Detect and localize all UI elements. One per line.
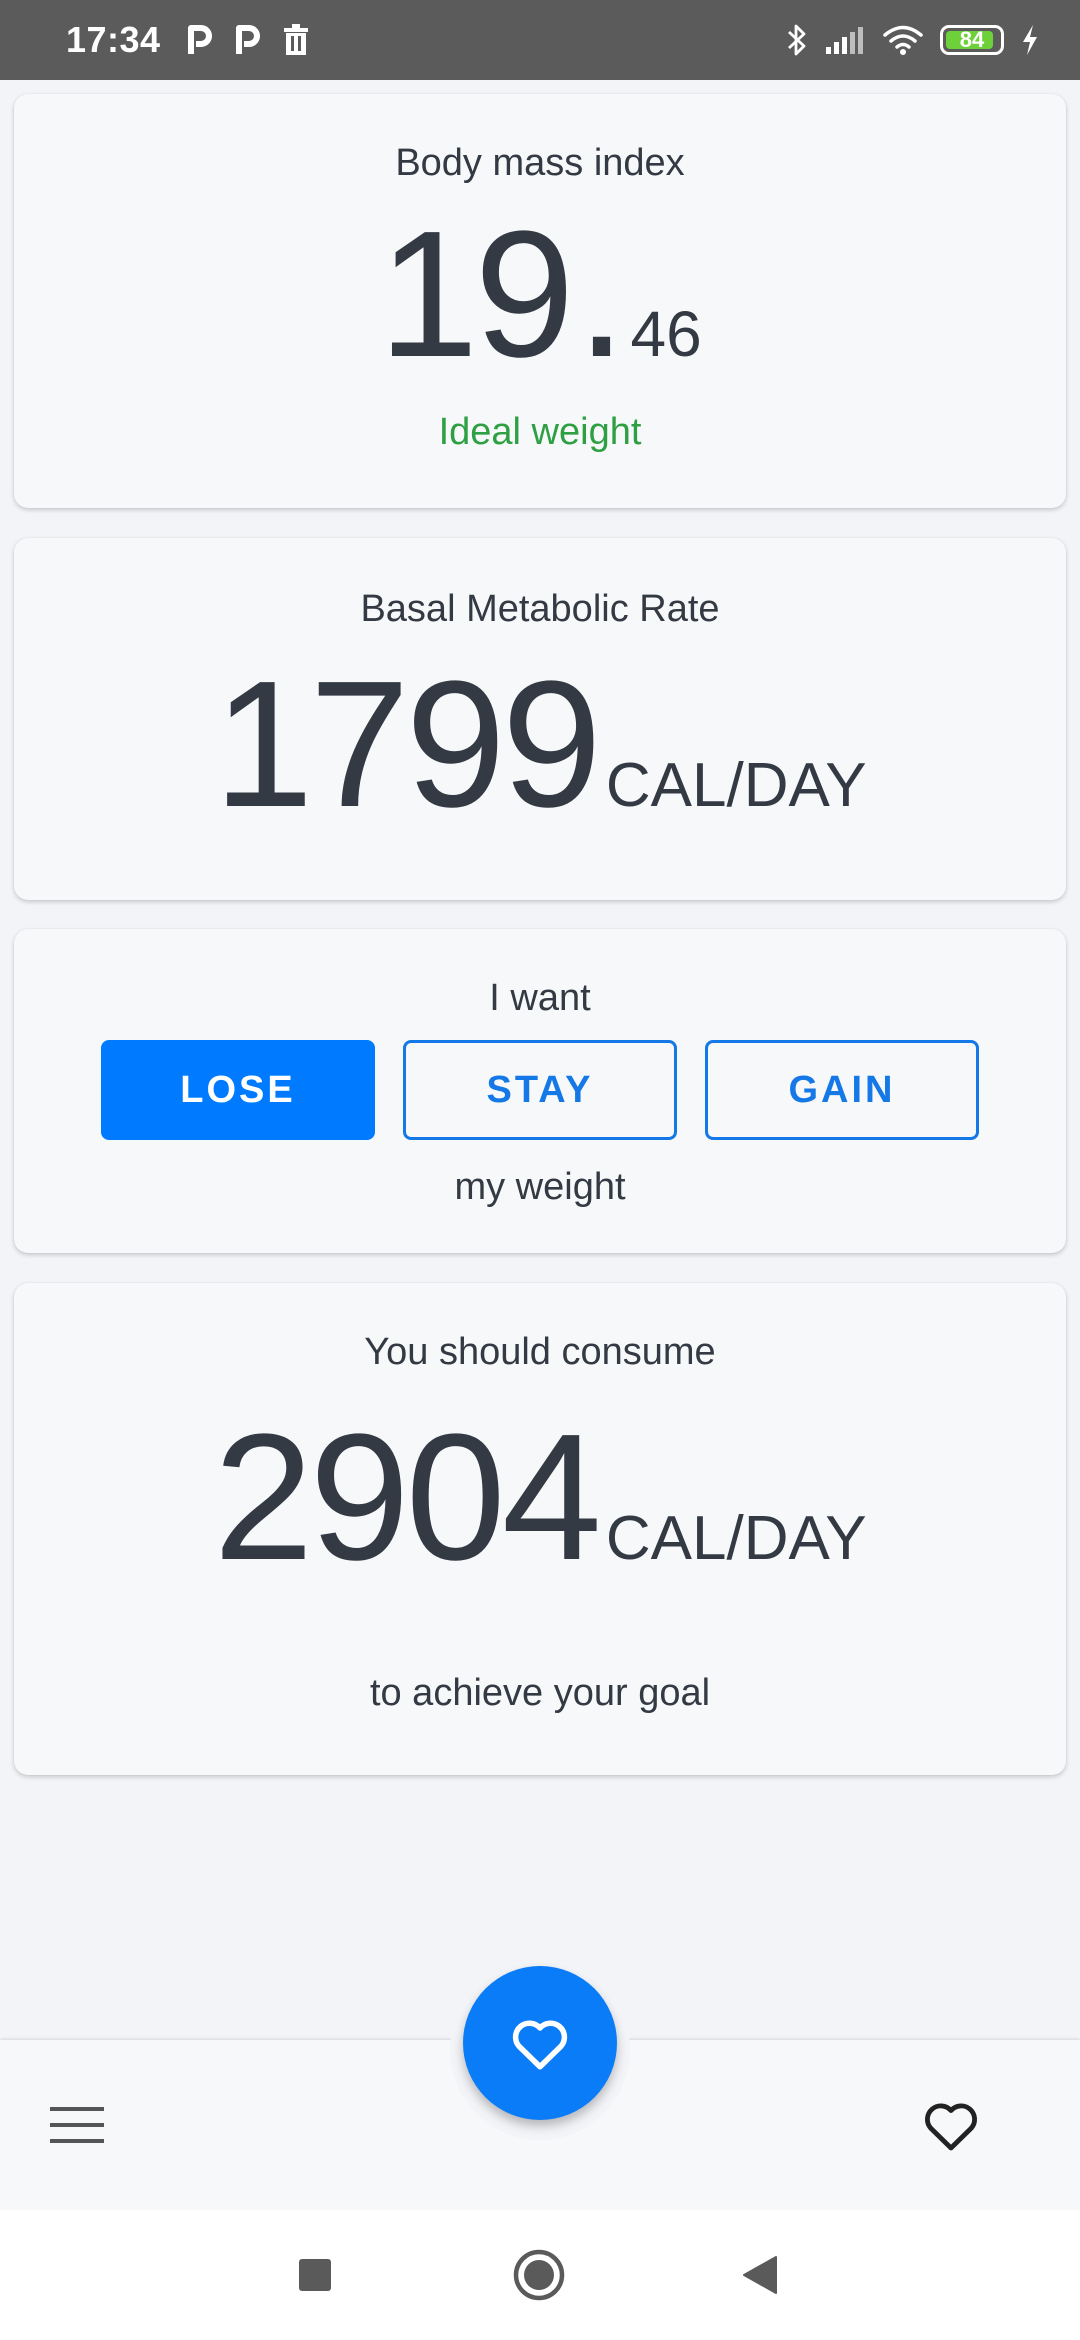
heart-icon (512, 2020, 568, 2070)
notification-icons (187, 24, 309, 56)
goal-title: I want (489, 977, 591, 1019)
heart-outline-icon (925, 2103, 977, 2151)
back-button[interactable] (742, 2210, 778, 2340)
bmi-value-integer: 19 (378, 194, 574, 395)
bmi-value-separator: . (576, 194, 627, 395)
goal-card: I want LOSE STAY GAIN my weight (14, 929, 1066, 1253)
bmi-value: 19 . 46 (14, 205, 1066, 385)
system-nav-bar (0, 2210, 1080, 2340)
consume-unit: CAL/DAY (605, 1504, 867, 1573)
signal-icon (826, 27, 863, 54)
favorites-button[interactable] (922, 2098, 980, 2157)
favorite-fab[interactable] (463, 1966, 617, 2120)
gain-button[interactable]: GAIN (705, 1040, 979, 1140)
wifi-icon (883, 25, 923, 55)
trash-icon (283, 24, 308, 55)
bluetooth-icon (788, 24, 806, 56)
status-bar: 17:34 84 (0, 0, 1080, 80)
bmi-status: Ideal weight (438, 411, 642, 453)
consume-number: 2904 (213, 1397, 601, 1598)
battery-level: 84 (959, 27, 985, 52)
bmr-value: 1799 CAL/DAY (14, 655, 1066, 835)
lose-button[interactable]: LOSE (101, 1040, 375, 1140)
consume-caption: to achieve your goal (369, 1672, 711, 1714)
home-icon (513, 2249, 565, 2301)
charging-icon (1023, 25, 1037, 55)
bmr-number: 1799 (213, 644, 601, 845)
bmi-value-decimal: 46 (630, 298, 702, 370)
bmr-unit: CAL/DAY (605, 751, 867, 820)
recents-button[interactable] (298, 2210, 332, 2340)
consume-value: 2904 CAL/DAY (14, 1408, 1066, 1588)
recents-icon (299, 2259, 331, 2291)
consume-card: You should consume 2904 CAL/DAY to achie… (14, 1283, 1066, 1775)
back-icon (743, 2256, 777, 2294)
consume-title: You should consume (364, 1331, 716, 1373)
bmi-card: Body mass index 19 . 46 Ideal weight (14, 94, 1066, 508)
parking-icon (187, 25, 212, 54)
system-icons: 84 (786, 23, 1040, 57)
home-button[interactable] (512, 2210, 566, 2340)
menu-button[interactable] (50, 2105, 104, 2150)
bmi-title: Body mass index (395, 142, 685, 184)
battery-icon: 84 (940, 25, 1004, 55)
bmr-title: Basal Metabolic Rate (360, 588, 720, 630)
parking-icon (235, 25, 260, 54)
menu-icon (50, 2107, 104, 2143)
goal-button-group: LOSE STAY GAIN (14, 1040, 1066, 1140)
goal-suffix: my weight (454, 1166, 626, 1208)
stay-button[interactable]: STAY (403, 1040, 677, 1140)
status-time: 17:34 (66, 19, 161, 60)
bmr-card: Basal Metabolic Rate 1799 CAL/DAY (14, 538, 1066, 900)
